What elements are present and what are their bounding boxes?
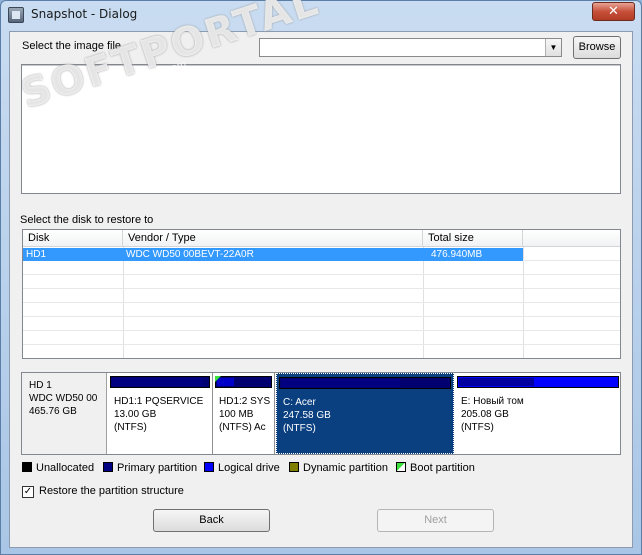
- disk-info-block[interactable]: HD 1 WDC WD50 00 465.76 GB: [22, 373, 107, 454]
- partition-fs: (NTFS): [114, 422, 147, 433]
- partition-fs: (NTFS): [461, 422, 494, 433]
- back-button-label: Back: [199, 514, 224, 526]
- table-row-empty: [23, 318, 620, 331]
- partition-usage-bar: [112, 378, 204, 386]
- row-size: 476.940MB: [431, 249, 483, 260]
- partition-name: E: Новый том: [461, 396, 524, 407]
- partition-hd1-2[interactable]: HD1:2 SYS 100 MB (NTFS) Ac: [213, 373, 275, 454]
- partition-size: 100 MB: [219, 409, 254, 420]
- legend-primary-partition: Primary partition: [103, 462, 197, 474]
- partition-fs: (NTFS): [283, 423, 316, 434]
- partition-size: 205.08 GB: [461, 409, 509, 420]
- partition-name: C: Acer: [283, 397, 316, 408]
- table-row-empty: [23, 304, 620, 317]
- partition-e-new-volume[interactable]: E: Новый том 205.08 GB (NTFS): [455, 373, 621, 454]
- disk-model: WDC WD50 00: [29, 393, 98, 404]
- legend-swatch: [289, 462, 299, 472]
- disk-size: 465.76 GB: [29, 406, 77, 417]
- boot-flag-icon: [215, 376, 221, 382]
- next-button-label: Next: [424, 514, 447, 526]
- partition-size: 13.00 GB: [114, 409, 157, 420]
- table-row-empty: [23, 262, 620, 275]
- disk-name: HD 1: [29, 380, 52, 391]
- column-header-disk[interactable]: Disk: [23, 230, 123, 247]
- legend-dynamic-partition: Dynamic partition: [289, 462, 388, 474]
- row-vendor: WDC WD50 00BEVT-22A0R: [126, 249, 254, 260]
- partition-usage-bar: [281, 379, 400, 387]
- legend-boot-partition: Boot partition: [396, 462, 475, 474]
- browse-button[interactable]: Browse: [573, 36, 621, 59]
- select-image-file-label: Select the image file: [22, 40, 122, 52]
- restore-structure-checkbox[interactable]: ✓: [22, 486, 34, 498]
- partition-map: HD 1 WDC WD50 00 465.76 GB HD1:1 PQSERVI…: [21, 372, 621, 455]
- partition-hd1-1[interactable]: HD1:1 PQSERVICE 13.00 GB (NTFS): [108, 373, 213, 454]
- row-disk: HD1: [26, 249, 47, 260]
- close-button[interactable]: ✕: [592, 2, 635, 21]
- legend-label: Dynamic partition: [303, 462, 388, 474]
- image-info-panel: [21, 64, 621, 194]
- window-title: Snapshot - Dialog: [31, 7, 138, 21]
- legend-label: Primary partition: [117, 462, 198, 474]
- column-header-total-size[interactable]: Total size: [423, 230, 523, 247]
- legend-label: Unallocated: [36, 462, 95, 474]
- app-icon: [8, 7, 24, 23]
- next-button[interactable]: Next: [377, 509, 494, 532]
- legend-swatch: [204, 462, 214, 472]
- disk-list-header: Disk Vendor / Type Total size: [23, 230, 620, 247]
- restore-structure-label: Restore the partition structure: [39, 485, 184, 497]
- chevron-down-icon[interactable]: ▼: [545, 39, 561, 56]
- dialog-client-area: Select the image file ▼ Browse Select th…: [9, 31, 633, 548]
- legend-label: Logical drive: [218, 462, 280, 474]
- partition-name: HD1:1 PQSERVICE: [114, 396, 204, 407]
- back-button[interactable]: Back: [153, 509, 270, 532]
- disk-list[interactable]: Disk Vendor / Type Total size HD1 WDC WD…: [22, 229, 621, 359]
- partition-name: HD1:2 SYS: [219, 396, 271, 407]
- table-row-empty: [23, 276, 620, 289]
- partition-fs: (NTFS) Ac: [219, 422, 266, 433]
- title-bar[interactable]: Snapshot - Dialog ✕: [1, 1, 641, 29]
- table-row-empty: [23, 332, 620, 345]
- table-row[interactable]: HD1 WDC WD50 00BEVT-22A0R 476.940MB: [23, 248, 620, 261]
- partition-size: 247.58 GB: [283, 410, 331, 421]
- select-disk-label: Select the disk to restore to: [20, 214, 154, 226]
- partition-usage-bar: [459, 378, 535, 386]
- image-file-combobox[interactable]: ▼: [259, 38, 562, 57]
- snapshot-dialog-window: Snapshot - Dialog ✕ Select the image fil…: [0, 0, 642, 555]
- browse-button-label: Browse: [578, 41, 616, 53]
- column-header-vendor[interactable]: Vendor / Type: [123, 230, 423, 247]
- legend-label: Boot partition: [410, 462, 475, 474]
- legend-unallocated: Unallocated: [22, 462, 94, 474]
- legend-swatch: [22, 462, 32, 472]
- partition-c-acer[interactable]: C: Acer 247.58 GB (NTFS): [276, 373, 454, 454]
- legend-swatch: [396, 462, 406, 472]
- table-row-empty: [23, 290, 620, 303]
- legend-swatch: [103, 462, 113, 472]
- legend-logical-drive: Logical drive: [204, 462, 280, 474]
